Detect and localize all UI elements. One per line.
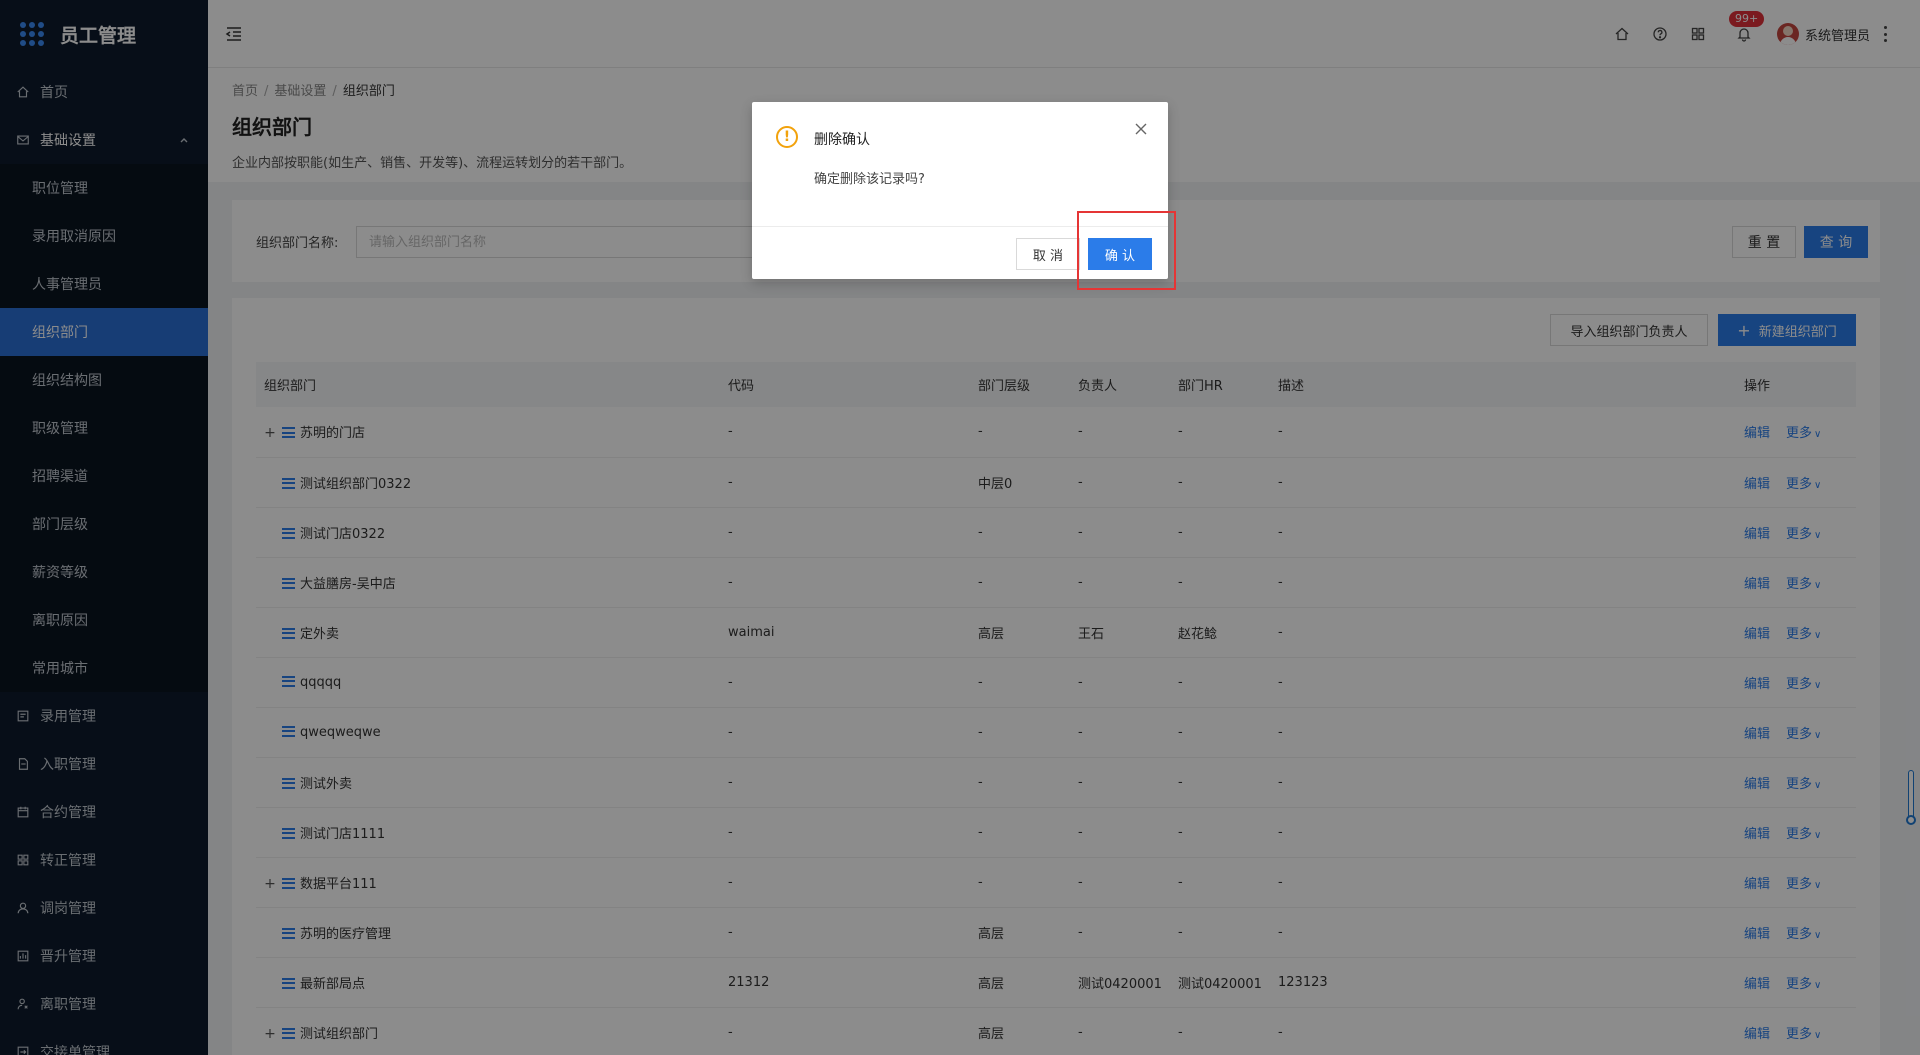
- warning-icon: !: [776, 126, 798, 148]
- dialog-message: 确定删除该记录吗?: [814, 172, 925, 187]
- close-icon[interactable]: [1134, 122, 1148, 136]
- dialog-title: 删除确认: [814, 132, 870, 148]
- highlight-box: [1077, 211, 1176, 290]
- cancel-button[interactable]: 取 消: [1016, 238, 1080, 270]
